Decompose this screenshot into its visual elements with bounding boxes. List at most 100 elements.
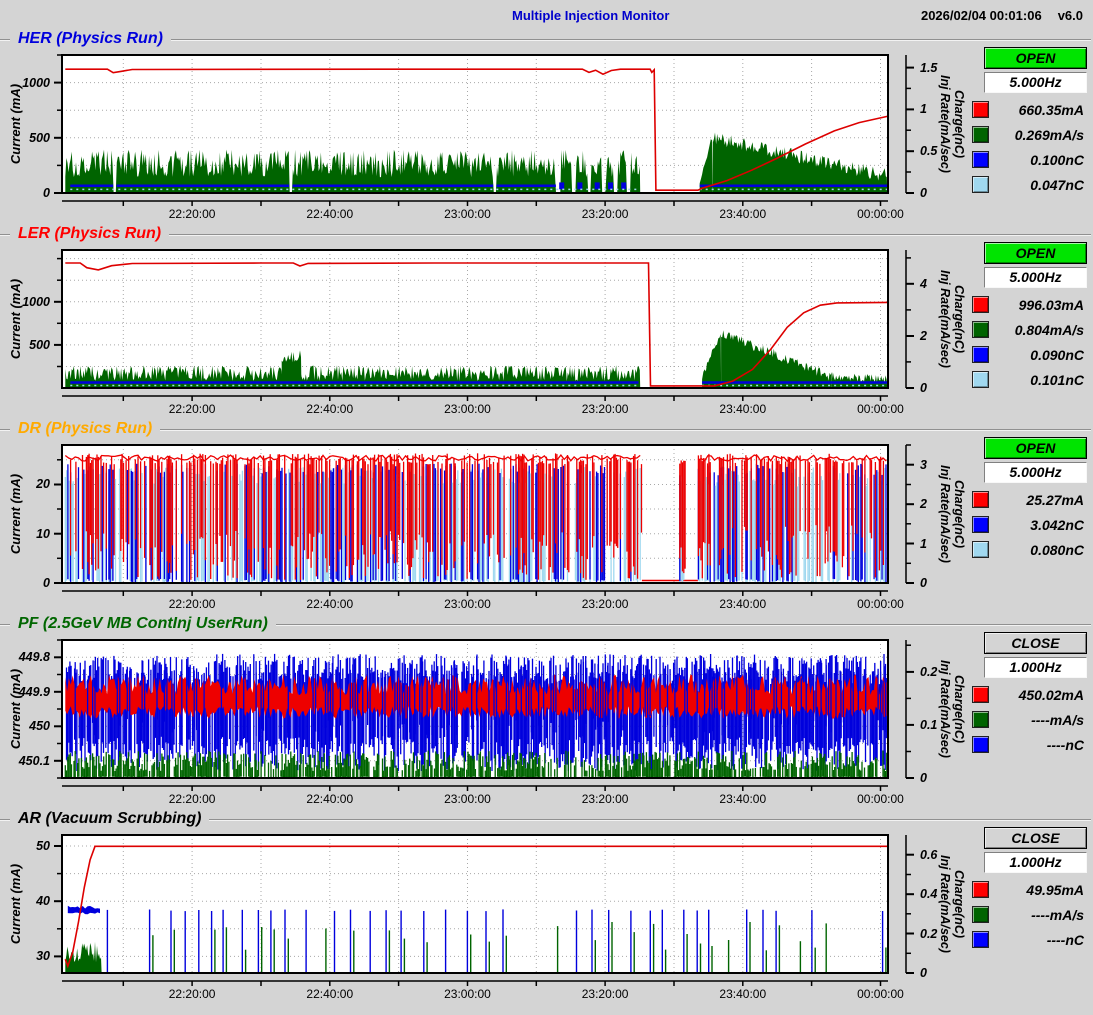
status-button[interactable]: CLOSE [984, 632, 1087, 654]
right-axis-title: Charge(nC)Inj Rate(mA/sec) [938, 244, 966, 394]
legend-swatch [972, 881, 989, 898]
x-tick-label: 00:00:00 [840, 402, 920, 416]
strip-chart: Current (mA) Charge(nC)Inj Rate(mA/sec) … [0, 440, 970, 615]
x-tick-label: 22:40:00 [290, 207, 370, 221]
legend-row: ----mA/s [972, 902, 1088, 927]
legend-swatch [972, 491, 989, 508]
panel-her: HER (Physics Run) Current (mA) Charge(nC… [0, 30, 1093, 225]
x-tick-label: 23:00:00 [427, 597, 507, 611]
legend-swatch [972, 736, 989, 753]
rate-display: 5.000Hz [984, 462, 1087, 483]
legend-swatch [972, 516, 989, 533]
legend-value: 25.27mA [989, 492, 1084, 508]
y-tick-label-right: 3 [920, 458, 927, 472]
y-tick-label-right: 0.2 [920, 927, 937, 941]
x-tick-label: 22:20:00 [152, 207, 232, 221]
panel-title: AR (Vacuum Scrubbing) [10, 810, 209, 828]
x-tick-label: 22:20:00 [152, 402, 232, 416]
legend-swatch [972, 711, 989, 728]
y-tick-label-right: 0 [920, 186, 927, 200]
panel-title: HER (Physics Run) [10, 30, 171, 48]
strip-chart: Current (mA) Charge(nC)Inj Rate(mA/sec) … [0, 635, 970, 810]
legend-row: 49.95mA [972, 877, 1088, 902]
y-tick-label-right: 1 [920, 537, 927, 551]
legend-value: 450.02mA [989, 687, 1084, 703]
rate-display: 5.000Hz [984, 267, 1087, 288]
legend-row: ----nC [972, 732, 1088, 757]
legend-value: ----nC [989, 932, 1084, 948]
x-tick-label: 23:00:00 [427, 402, 507, 416]
strip-chart: Current (mA) Charge(nC)Inj Rate(mA/sec) … [0, 830, 970, 1005]
x-tick-label: 23:20:00 [565, 987, 645, 1001]
y-tick-label-left: 10 [0, 527, 50, 541]
legend-row: ----nC [972, 927, 1088, 952]
x-tick-label: 23:40:00 [703, 987, 783, 1001]
legend-swatch [972, 296, 989, 313]
panel-title: PF (2.5GeV MB ContInj UserRun) [10, 615, 276, 633]
info-panel: OPEN 5.000Hz 660.35mA0.269mA/s0.100nC0.0… [972, 47, 1088, 197]
legend: 660.35mA0.269mA/s0.100nC0.047nC [972, 97, 1088, 197]
y-tick-label-left: 500 [0, 131, 50, 145]
legend-value: 0.804mA/s [989, 322, 1084, 338]
y-tick-label-right: 2 [920, 497, 927, 511]
y-tick-label-left: 449.9 [0, 685, 50, 699]
info-panel: OPEN 5.000Hz 25.27mA 3.042nC 0.080nC [972, 437, 1088, 562]
x-tick-label: 00:00:00 [840, 207, 920, 221]
legend-value: 0.047nC [989, 177, 1084, 193]
info-panel: CLOSE 1.000Hz 450.02mA----mA/s----nC [972, 632, 1088, 757]
y-tick-label-right: 0.2 [920, 665, 937, 679]
left-axis-title: Current (mA) [8, 249, 24, 389]
left-axis-title: Current (mA) [8, 444, 24, 584]
legend-value: 660.35mA [989, 102, 1084, 118]
legend-value: 0.090nC [989, 347, 1084, 363]
chart-canvas [0, 440, 970, 598]
status-button[interactable]: OPEN [984, 47, 1087, 69]
x-tick-label: 22:40:00 [290, 402, 370, 416]
legend-value: 996.03mA [989, 297, 1084, 313]
legend-swatch [972, 126, 989, 143]
legend-row: 3.042nC [972, 512, 1088, 537]
legend-value: 49.95mA [989, 882, 1084, 898]
y-tick-label-left: 449.8 [0, 650, 50, 664]
y-tick-label-left: 20 [0, 477, 50, 491]
legend-swatch [972, 906, 989, 923]
y-tick-label-left: 40 [0, 894, 50, 908]
x-tick-label: 23:40:00 [703, 597, 783, 611]
version-label: v6.0 [1058, 8, 1083, 23]
y-tick-label-right: 0 [920, 576, 927, 590]
x-tick-label: 23:20:00 [565, 402, 645, 416]
legend-row: 0.101nC [972, 367, 1088, 392]
legend-row: 25.27mA [972, 487, 1088, 512]
right-axis-title: Charge(nC)Inj Rate(mA/sec) [938, 829, 966, 979]
strip-chart: Current (mA) Charge(nC)Inj Rate(mA/sec) … [0, 245, 970, 420]
legend-row: 0.080nC [972, 537, 1088, 562]
legend-row: ----mA/s [972, 707, 1088, 732]
status-button[interactable]: CLOSE [984, 827, 1087, 849]
legend-value: 0.080nC [989, 542, 1084, 558]
legend-value: ----mA/s [989, 712, 1084, 728]
x-tick-label: 00:00:00 [840, 987, 920, 1001]
y-tick-label-left: 30 [0, 949, 50, 963]
chart-canvas [0, 830, 970, 988]
legend-swatch [972, 101, 989, 118]
x-tick-label: 23:40:00 [703, 207, 783, 221]
legend-row: 0.090nC [972, 342, 1088, 367]
y-tick-label-right: 0 [920, 966, 927, 980]
x-tick-label: 23:20:00 [565, 207, 645, 221]
status-button[interactable]: OPEN [984, 437, 1087, 459]
panel-dr: DR (Physics Run) Current (mA) Charge(nC)… [0, 420, 1093, 615]
x-tick-label: 22:20:00 [152, 597, 232, 611]
x-tick-label: 23:20:00 [565, 597, 645, 611]
y-tick-label-right: 4 [920, 277, 927, 291]
y-tick-label-right: 1.5 [920, 61, 937, 75]
y-tick-label-right: 0.4 [920, 887, 937, 901]
y-tick-label-right: 0 [920, 381, 927, 395]
x-tick-label: 22:20:00 [152, 987, 232, 1001]
legend-value: 0.101nC [989, 372, 1084, 388]
clock: 2026/02/04 00:01:06 [921, 8, 1042, 23]
y-tick-label-left: 0 [0, 186, 50, 200]
x-tick-label: 23:20:00 [565, 792, 645, 806]
y-tick-label-right: 0.1 [920, 718, 937, 732]
status-button[interactable]: OPEN [984, 242, 1087, 264]
y-tick-label-right: 1 [920, 102, 927, 116]
